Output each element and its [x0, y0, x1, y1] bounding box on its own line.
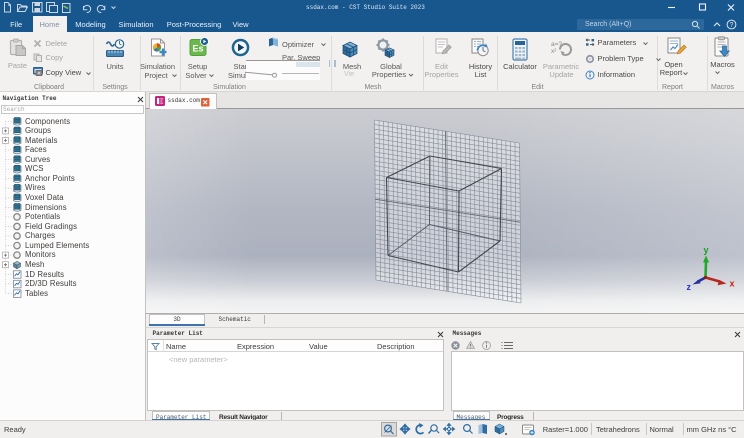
svg-text:?: ?	[730, 22, 734, 29]
svg-text:x: x	[730, 279, 735, 289]
svg-text:x²: x²	[551, 48, 557, 55]
svg-text:z: z	[687, 282, 692, 292]
svg-text:y: y	[704, 245, 709, 255]
